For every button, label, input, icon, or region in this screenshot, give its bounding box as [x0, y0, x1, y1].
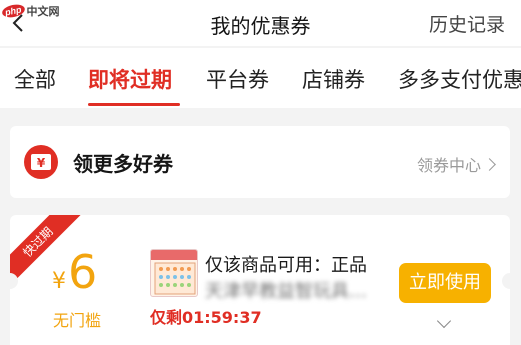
coupon-threshold: 无门槛 — [53, 311, 102, 330]
tab-platform[interactable]: 平台券 — [206, 64, 269, 94]
coupon-description-line1: 仅该商品可用：正品 — [205, 251, 395, 277]
coupon-center-label: 领券中心 — [416, 156, 481, 175]
history-link[interactable]: 历史记录 — [429, 10, 505, 37]
description-text: 仅该商品可用：正品 — [205, 255, 367, 276]
amount-value: 6 — [68, 245, 98, 299]
get-coupons-title: 领更多好券 — [73, 152, 173, 176]
countdown-timer: 仅剩01:59:37 — [150, 308, 262, 327]
product-thumbnail[interactable] — [150, 249, 198, 297]
coupon-notch-right — [502, 273, 510, 289]
use-now-button[interactable]: 立即使用 — [399, 263, 491, 303]
tab-all[interactable]: 全部 — [14, 64, 56, 94]
active-tab-indicator — [88, 103, 180, 106]
tab-store[interactable]: 店铺券 — [302, 64, 365, 94]
coupon-amount: ¥ 6 — [52, 245, 97, 299]
chevron-right-icon — [483, 157, 496, 171]
tab-expiring[interactable]: 即将过期 — [88, 64, 172, 94]
ticket-icon: ¥ — [24, 145, 58, 179]
tab-bar: 全部 即将过期 平台券 店铺券 多多支付优惠 — [0, 48, 521, 108]
get-more-coupons-card[interactable]: ¥ 领更多好券 领券中心 — [10, 126, 510, 198]
tab-duoduo-pay[interactable]: 多多支付优惠 — [398, 64, 521, 94]
coupon-center-link[interactable]: 领券中心 — [416, 152, 496, 176]
top-bar: php 中文网 我的优惠券 历史记录 — [0, 0, 521, 46]
coupon-description-line2: 天津早教益智玩具… — [205, 281, 367, 302]
svg-text:¥: ¥ — [37, 156, 46, 170]
chevron-down-icon[interactable] — [436, 313, 452, 329]
currency-symbol: ¥ — [52, 269, 66, 294]
coupon-card: 快过期 ¥ 6 无门槛 仅该商品可用：正品 天津早教益智玩具… 仅剩01:59:… — [10, 215, 510, 345]
